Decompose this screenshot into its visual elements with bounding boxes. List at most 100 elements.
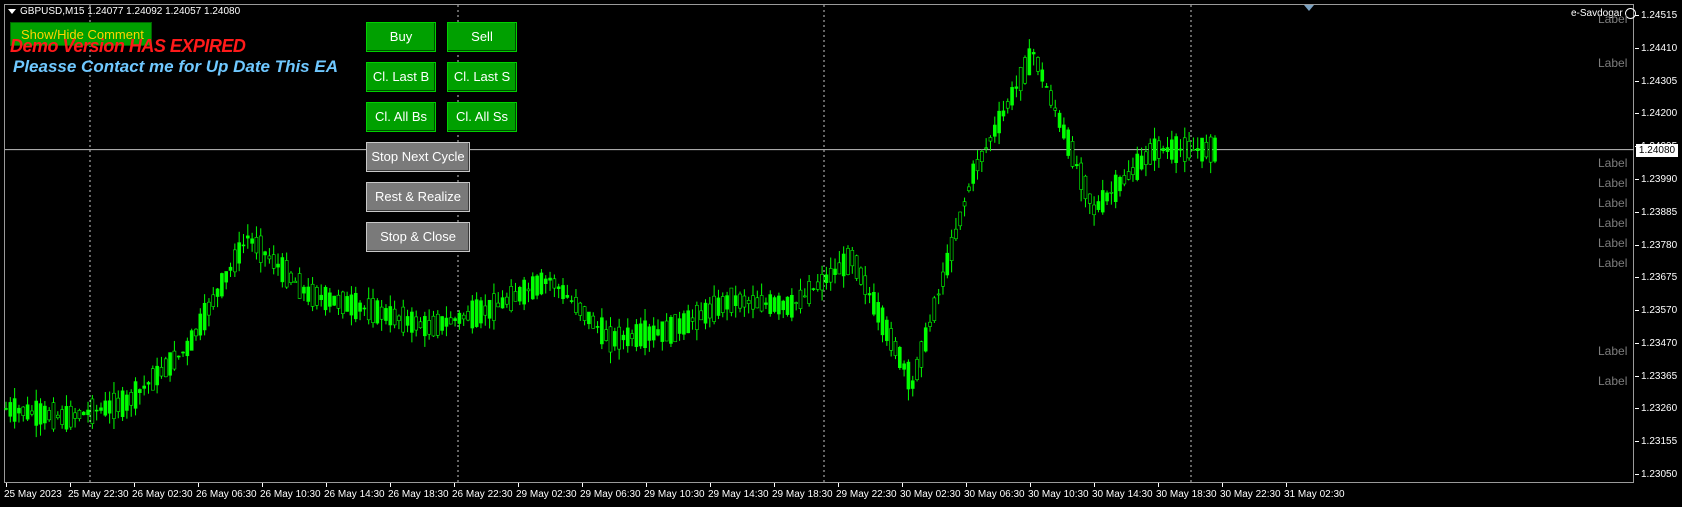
candle-body xyxy=(893,341,898,356)
price-tick xyxy=(1635,113,1639,115)
time-label: 26 May 18:30 xyxy=(388,489,449,500)
candle-body xyxy=(1087,193,1092,204)
candle-body xyxy=(1200,137,1204,162)
candle-body xyxy=(474,299,479,327)
candle-body xyxy=(535,275,539,296)
time-label: 30 May 10:30 xyxy=(1028,489,1089,500)
candle-body xyxy=(129,392,134,406)
price-label: 1.23885 xyxy=(1641,206,1678,218)
time-tick xyxy=(710,483,711,487)
candle-body xyxy=(1204,141,1209,158)
candle-body xyxy=(73,412,77,419)
candle-body xyxy=(211,294,216,307)
candle-body xyxy=(1057,112,1062,128)
price-tick xyxy=(1635,375,1639,377)
close-all-sells-button[interactable]: Cl. All Ss xyxy=(447,102,517,132)
close-last-buy-button[interactable]: Cl. Last B xyxy=(366,62,436,92)
time-tick xyxy=(966,483,967,487)
candle-body xyxy=(859,267,863,285)
time-tick xyxy=(198,483,199,487)
side-label: Label xyxy=(1598,256,1628,270)
price-tick xyxy=(1635,178,1639,180)
time-label: 30 May 22:30 xyxy=(1220,489,1281,500)
time-label: 30 May 06:30 xyxy=(964,489,1025,500)
buy-button[interactable]: Buy xyxy=(366,22,436,52)
candle-body xyxy=(379,306,384,320)
side-label: Label xyxy=(1598,12,1628,26)
candle-body xyxy=(120,390,125,417)
candle-body xyxy=(733,295,738,307)
candle-body xyxy=(1014,86,1019,89)
time-tick xyxy=(902,483,903,487)
candle-body xyxy=(237,242,241,264)
candle-body xyxy=(1044,86,1049,88)
rest-realize-button[interactable]: Rest & Realize xyxy=(366,182,470,212)
candle-body xyxy=(276,263,280,268)
time-tick xyxy=(838,483,839,487)
stop-next-cycle-button[interactable]: Stop Next Cycle xyxy=(366,142,470,172)
price-label: 1.23470 xyxy=(1641,337,1678,349)
time-label: 30 May 02:30 xyxy=(900,489,961,500)
candle-body xyxy=(181,351,185,354)
sell-button[interactable]: Sell xyxy=(447,22,517,52)
time-label: 30 May 18:30 xyxy=(1156,489,1217,500)
candle-body xyxy=(746,300,751,304)
candle-body xyxy=(872,291,876,315)
stop-close-button[interactable]: Stop & Close xyxy=(366,222,470,252)
candle-body xyxy=(30,410,34,415)
candle-body xyxy=(548,277,552,281)
candle-body xyxy=(984,147,988,150)
candle-body xyxy=(43,405,47,424)
candle-body xyxy=(889,328,893,351)
candle-body xyxy=(34,400,39,426)
candle-body xyxy=(107,400,112,414)
candle-body xyxy=(613,331,617,347)
time-tick xyxy=(1158,483,1159,487)
candle-body xyxy=(263,251,267,256)
candle-body xyxy=(99,407,103,411)
candle-body xyxy=(841,253,846,277)
price-tick xyxy=(1635,277,1639,279)
candle-body xyxy=(703,302,708,324)
candle-body xyxy=(8,402,13,417)
candle-body xyxy=(910,380,915,389)
candle-body xyxy=(669,317,673,344)
candle-body xyxy=(293,280,298,284)
contact-message-text: Pleasse Contact me for Up Date This EA xyxy=(13,57,338,76)
candle-body xyxy=(582,306,587,321)
candle-body xyxy=(815,281,820,290)
candle-body xyxy=(708,303,712,319)
candle-body xyxy=(397,315,401,321)
side-label: Label xyxy=(1598,156,1628,170)
candle-body xyxy=(194,328,198,337)
candle-body xyxy=(280,257,285,283)
candle-body xyxy=(189,330,194,351)
current-price-tag: 1.24080 xyxy=(1636,143,1678,157)
chart-shift-marker-icon[interactable] xyxy=(1304,5,1314,11)
candle-body xyxy=(828,268,833,283)
close-last-sell-button[interactable]: Cl. Last S xyxy=(447,62,517,92)
candle-body xyxy=(202,302,207,331)
candle-body xyxy=(980,151,984,162)
candle-body xyxy=(375,300,380,324)
candle-body xyxy=(600,317,604,345)
candle-body xyxy=(509,286,513,312)
close-all-buys-button[interactable]: Cl. All Bs xyxy=(366,102,436,132)
candle-body xyxy=(673,314,678,343)
candle-body xyxy=(297,273,302,299)
candle-body xyxy=(250,238,254,244)
candle-body xyxy=(587,311,591,325)
candle-body xyxy=(310,283,315,307)
price-scale[interactable]: 1.245151.244101.243051.242001.240951.239… xyxy=(1635,4,1682,483)
candle-body xyxy=(496,302,501,308)
caret-down-icon[interactable] xyxy=(8,8,16,14)
candle-body xyxy=(820,274,824,291)
candle-body xyxy=(388,306,393,326)
time-tick xyxy=(134,483,135,487)
candle-body xyxy=(543,278,548,284)
candle-body xyxy=(923,327,928,352)
candle-body xyxy=(112,392,116,419)
price-tick xyxy=(1635,310,1639,312)
candle-body xyxy=(215,288,220,297)
candle-body xyxy=(897,346,902,369)
